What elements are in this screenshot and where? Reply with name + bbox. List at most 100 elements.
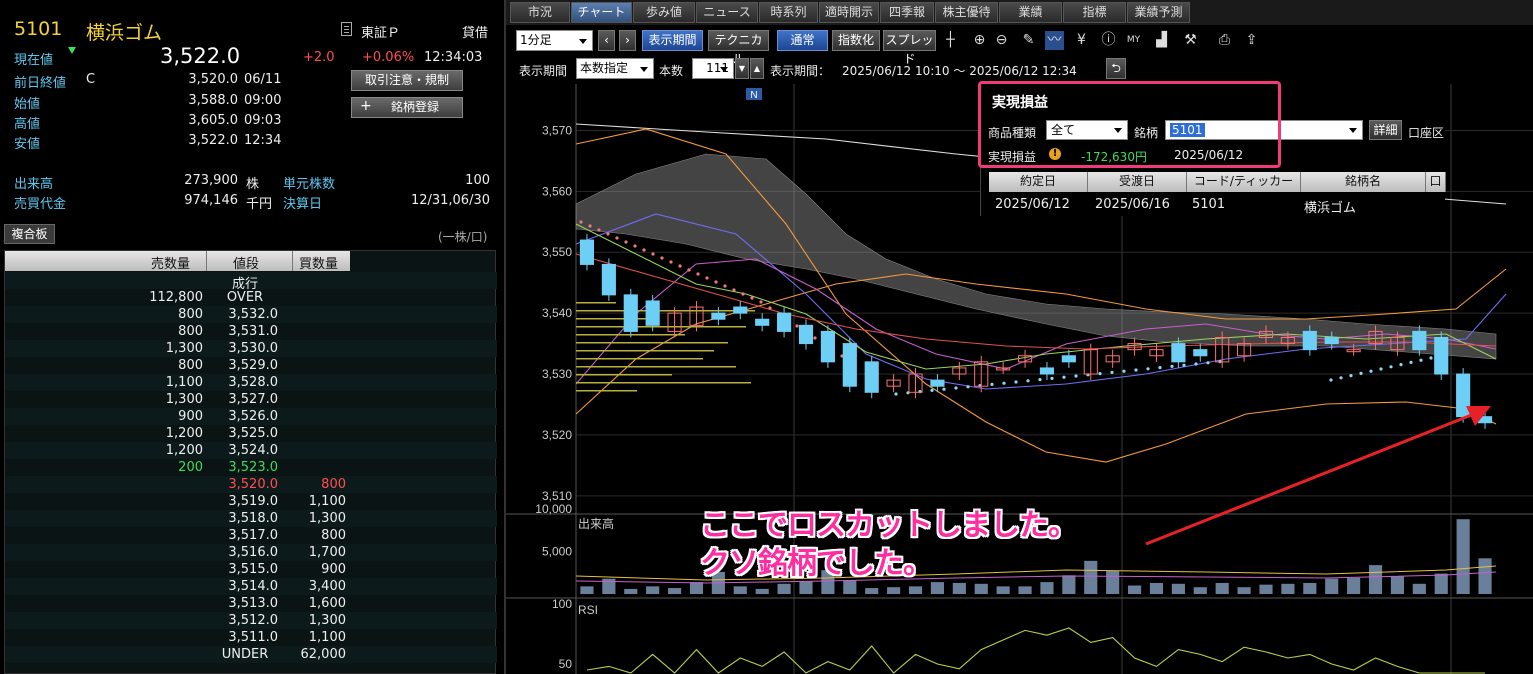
header-code[interactable]: コード/ティッカー <box>1187 172 1301 192</box>
export-icon[interactable]: ⇪ <box>1242 31 1261 50</box>
volume-bar <box>865 588 879 594</box>
tab-9[interactable]: 指標 <box>1063 2 1126 23</box>
plus-icon: + <box>360 98 372 114</box>
tab-0[interactable]: 市況 <box>510 2 570 23</box>
sar-dot <box>1329 378 1333 382</box>
y-tick-label: 3,540 <box>542 306 572 320</box>
board-row[interactable]: 3,514.0 3,400 <box>5 578 497 595</box>
board-row[interactable]: 3,515.0 900 <box>5 561 497 578</box>
sar-dot <box>1399 363 1403 367</box>
board-row[interactable]: 1,100 3,528.0 <box>5 374 497 391</box>
tab-1[interactable]: チャート <box>571 2 632 23</box>
count-input[interactable]: 111 <box>692 58 734 79</box>
area-chart-icon[interactable]: ▟ <box>1152 31 1171 50</box>
spread-button[interactable]: スプレッド <box>883 30 936 66</box>
board-row[interactable]: 1,200 3,525.0 <box>5 425 497 442</box>
board-row[interactable]: 112,800 OVER <box>5 289 497 306</box>
tab-10[interactable]: 業績予測 <box>1127 2 1190 23</box>
trading-notice-button[interactable]: 取引注意・規制 <box>351 70 463 91</box>
tab-2[interactable]: 歩み値 <box>633 2 695 23</box>
normal-button[interactable]: 通常 <box>777 30 828 51</box>
tab-8[interactable]: 業績 <box>999 2 1062 23</box>
board-row[interactable]: 3,519.0 1,100 <box>5 493 497 510</box>
sar-dot <box>588 224 592 228</box>
board-row[interactable]: 3,518.0 1,300 <box>5 510 497 527</box>
tab-4[interactable]: 時系列 <box>759 2 818 23</box>
detail-button[interactable]: 詳細 <box>1369 120 1402 140</box>
candle <box>1171 343 1186 363</box>
header-trade-date[interactable]: 約定日 <box>989 172 1088 192</box>
volume-bar <box>952 582 966 594</box>
open-label: 始値 <box>14 97 41 112</box>
turnover-value: 974,146 <box>184 193 238 208</box>
volume-bar <box>646 586 660 594</box>
sar-dot <box>1158 366 1162 370</box>
line-tool-icon[interactable]: 〰 <box>1045 31 1064 50</box>
price-change-pct: +0.06% <box>362 50 415 65</box>
composite-board-tab[interactable]: 複合板 <box>4 224 55 244</box>
header-account[interactable]: 口 <box>1426 172 1446 192</box>
next-button[interactable]: › <box>619 30 636 51</box>
price: 3,526.0 <box>228 409 278 424</box>
board-row[interactable]: 3,513.0 1,600 <box>5 595 497 612</box>
board-row[interactable]: 1,300 3,527.0 <box>5 391 497 408</box>
prev-button[interactable]: ‹ <box>598 30 615 51</box>
board-row[interactable]: 3,512.0 1,300 <box>5 612 497 629</box>
board-row[interactable]: 1,300 3,530.0 <box>5 340 497 357</box>
technical-button[interactable]: テクニカル <box>708 30 769 66</box>
pen-icon[interactable]: ✎ <box>1019 31 1038 50</box>
board-row[interactable]: 3,520.0 800 <box>5 476 497 493</box>
zoom-out-icon[interactable]: ⊖ <box>992 31 1011 50</box>
prev-close-flag: C <box>86 72 96 87</box>
board-row[interactable]: 成行 <box>5 272 497 292</box>
count-down-button[interactable]: ▼ <box>735 58 749 79</box>
sar-dot <box>1170 364 1174 368</box>
sar-dot <box>678 264 682 268</box>
sar-dot <box>813 336 817 340</box>
refresh-icon[interactable]: ⮌ <box>1106 58 1126 79</box>
volume-profile-bar <box>576 342 728 344</box>
yen-icon[interactable]: ¥ <box>1072 31 1091 50</box>
volume-label: 出来高 <box>578 516 614 531</box>
index-button[interactable]: 指数化 <box>832 30 880 51</box>
volume-profile-bar <box>576 326 746 328</box>
board-row[interactable]: 200 3,523.0 <box>5 459 497 476</box>
board-row[interactable]: UNDER 62,000 <box>5 646 497 663</box>
turnover-unit: 千円 <box>246 197 273 212</box>
tab-5[interactable]: 適時開示 <box>819 2 879 23</box>
period-button[interactable]: 表示期間 <box>642 30 703 51</box>
document-icon[interactable] <box>341 22 352 36</box>
volume-bar <box>1237 587 1251 594</box>
print-icon[interactable]: ⎙ <box>1215 31 1234 50</box>
zoom-in-icon[interactable]: ⊕ <box>970 31 989 50</box>
low-label: 安値 <box>14 137 41 152</box>
board-row[interactable]: 900 3,526.0 <box>5 408 497 425</box>
rsi-tick-label: 50 <box>559 657 573 671</box>
crosshair-icon[interactable]: ┼ <box>941 31 960 50</box>
period-mode-select[interactable]: 本数指定 <box>576 58 654 79</box>
sar-dot <box>714 280 718 284</box>
board-row[interactable]: 800 3,532.0 <box>5 306 497 323</box>
sell-qty: 800 <box>178 307 203 322</box>
board-row[interactable]: 800 3,531.0 <box>5 323 497 340</box>
volume-bar <box>930 582 944 594</box>
header-settle-date[interactable]: 受渡日 <box>1088 172 1187 192</box>
board-row[interactable]: 3,517.0 800 <box>5 527 497 544</box>
volume-bar <box>777 583 791 594</box>
board-row[interactable]: 800 3,529.0 <box>5 357 497 374</box>
sar-dot <box>1050 376 1054 380</box>
sar-dot <box>954 386 958 390</box>
tab-7[interactable]: 株主優待 <box>935 2 998 23</box>
wrench-icon[interactable]: ⚒ <box>1181 31 1200 50</box>
tab-3[interactable]: ニュース <box>696 2 758 23</box>
board-row[interactable]: 3,511.0 1,100 <box>5 629 497 646</box>
board-unit-label: (一株/口) <box>438 230 488 244</box>
board-row[interactable]: 3,516.0 1,700 <box>5 544 497 561</box>
info-icon[interactable]: ⓘ <box>1099 31 1118 50</box>
interval-select[interactable]: 1分足 <box>516 30 593 51</box>
board-row[interactable]: 1,200 3,524.0 <box>5 442 497 459</box>
count-up-button[interactable]: ▲ <box>750 58 764 79</box>
header-stock-name[interactable]: 銘柄名 <box>1301 172 1426 192</box>
tab-6[interactable]: 四季報 <box>880 2 934 23</box>
my-icon[interactable]: MY <box>1124 31 1143 50</box>
